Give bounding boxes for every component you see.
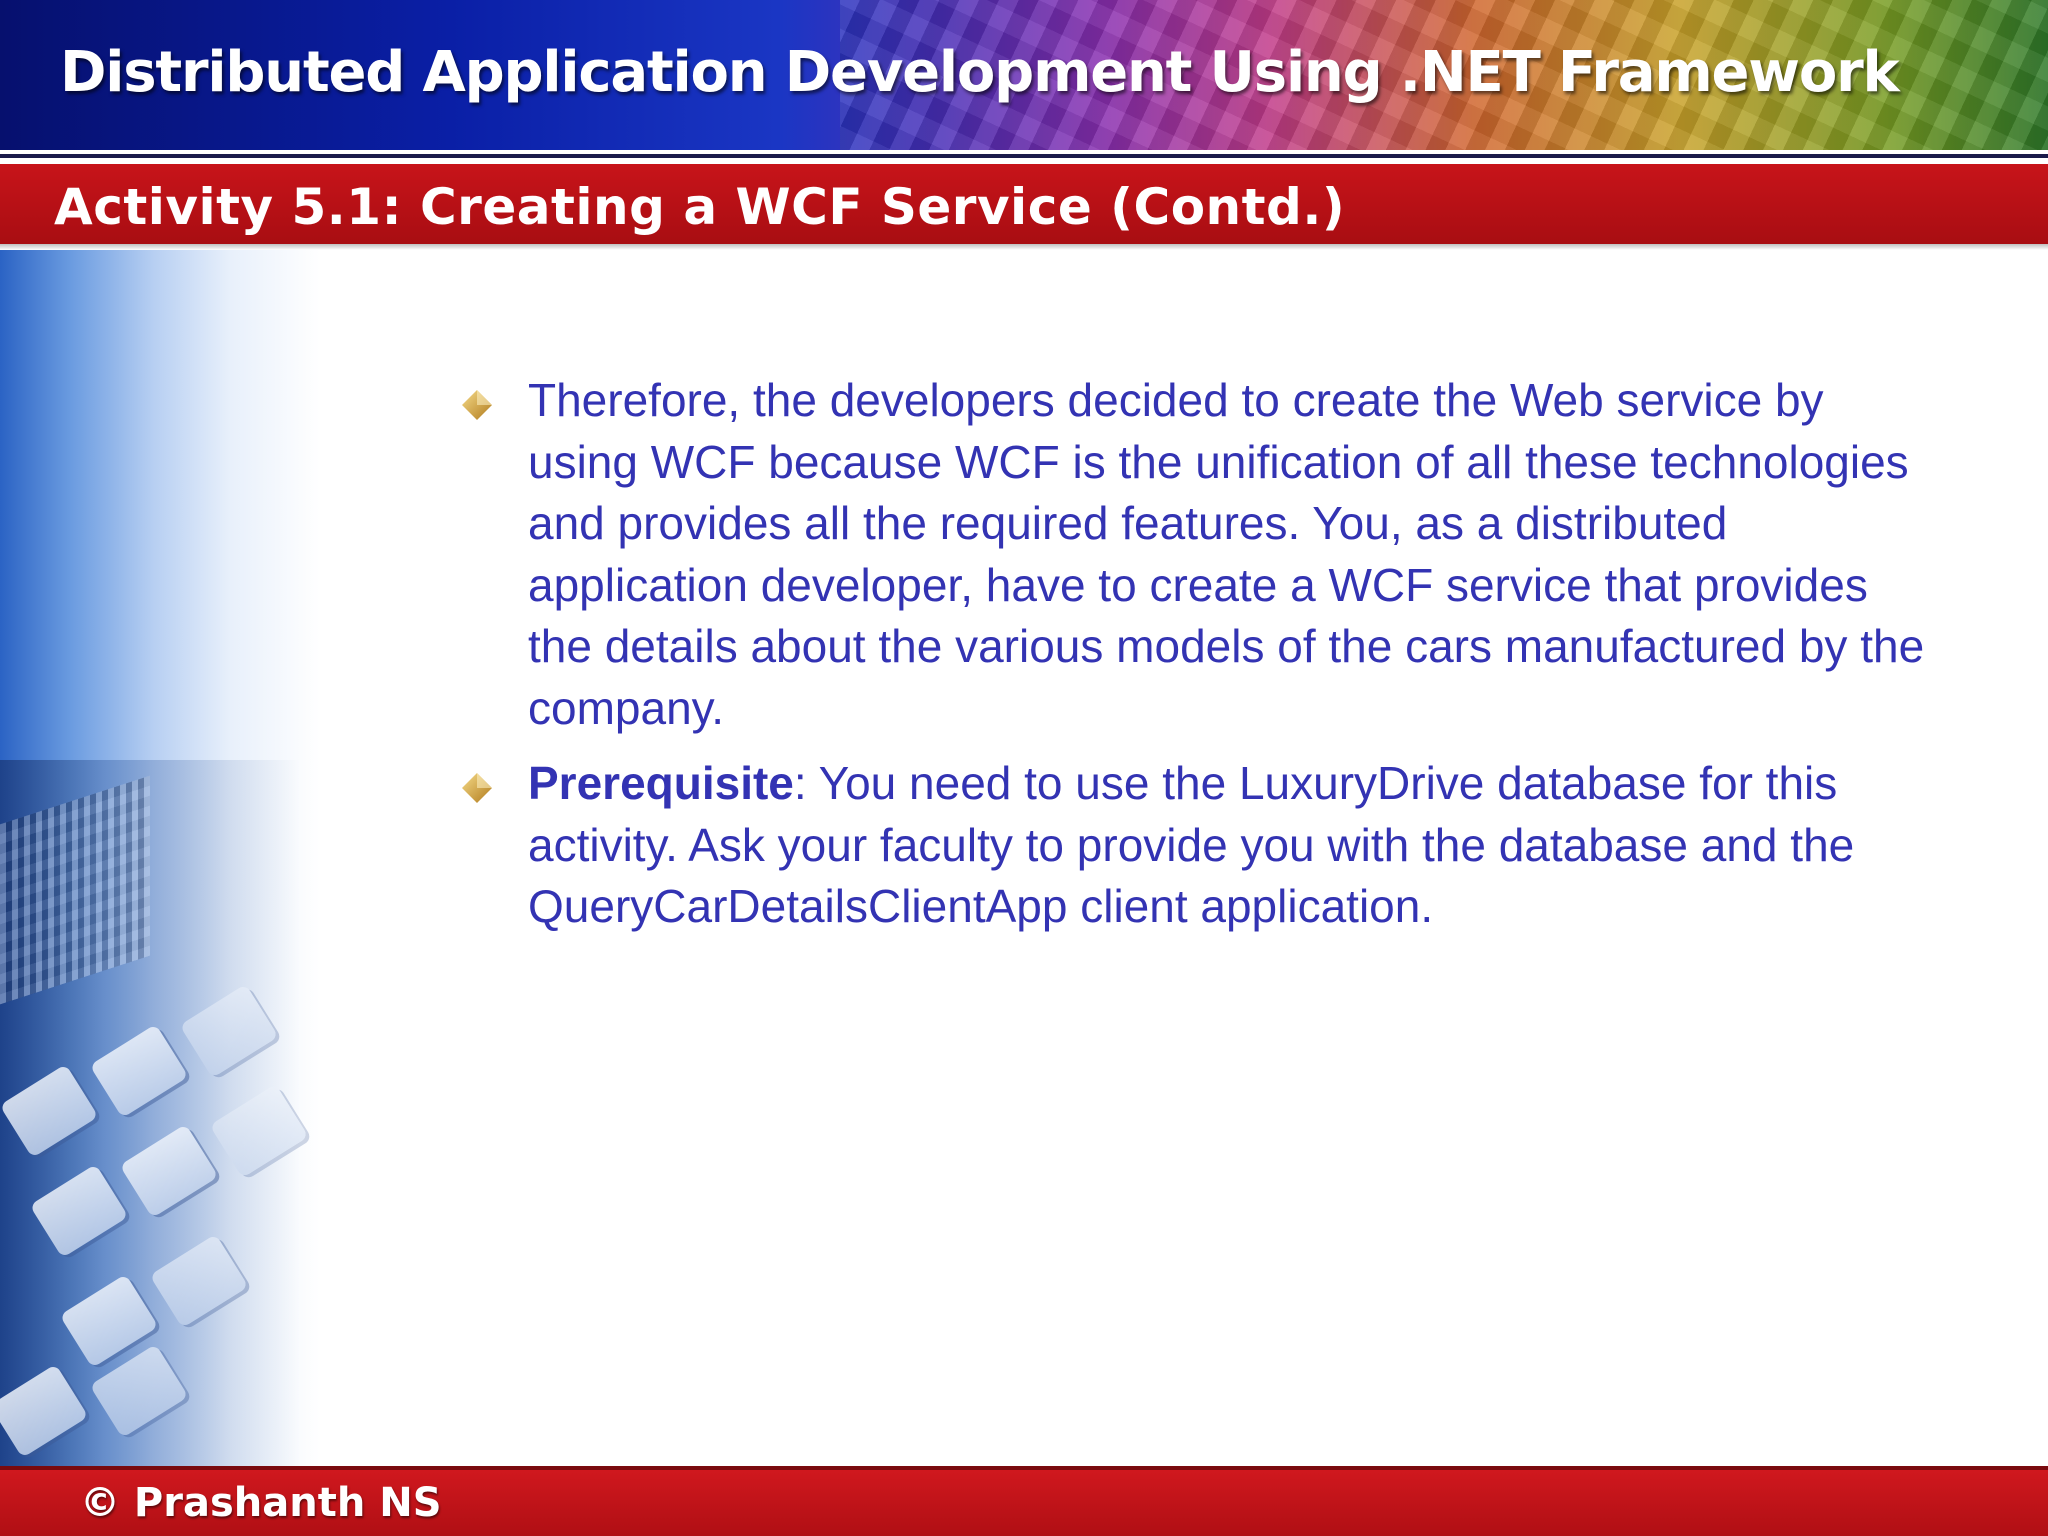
slide-title-bar: Activity 5.1: Creating a WCF Service (Co… xyxy=(0,164,2048,244)
header-banner: Distributed Application Development Usin… xyxy=(0,0,2048,150)
slide-body: Therefore, the developers decided to cre… xyxy=(460,370,1940,952)
bullet-bold-term: Prerequisite xyxy=(528,757,794,809)
bullet-item: Prerequisite: You need to use the Luxury… xyxy=(460,753,1940,938)
slide-title: Activity 5.1: Creating a WCF Service (Co… xyxy=(54,178,1346,236)
diamond-bullet-icon xyxy=(462,773,492,803)
deck-title: Distributed Application Development Usin… xyxy=(60,40,1900,105)
footer-bar: © Prashanth NS xyxy=(0,1470,2048,1536)
bullet-item: Therefore, the developers decided to cre… xyxy=(460,370,1940,739)
bullet-text: Therefore, the developers decided to cre… xyxy=(528,374,1925,734)
copyright-text: © Prashanth NS xyxy=(80,1480,442,1526)
diamond-bullet-icon xyxy=(462,390,492,420)
